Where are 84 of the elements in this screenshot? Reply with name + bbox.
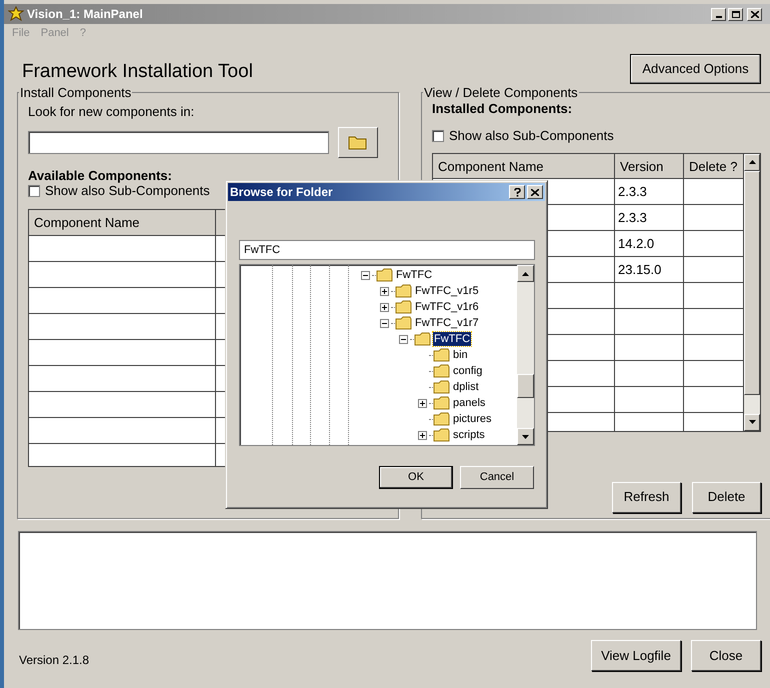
- checkbox[interactable]: [28, 185, 40, 197]
- up-arrow-icon: [522, 272, 529, 276]
- folder-path-field[interactable]: FwTFC: [239, 240, 535, 260]
- tree-item[interactable]: panels: [452, 396, 486, 410]
- expander-icon[interactable]: [380, 286, 388, 296]
- tree-item[interactable]: FwTFC_v1r7: [414, 316, 480, 330]
- scroll-thumb[interactable]: [517, 374, 534, 398]
- scroll-down-button[interactable]: [744, 414, 760, 430]
- window-title: Vision_1: MainPanel: [27, 6, 143, 23]
- refresh-button[interactable]: Refresh: [612, 482, 681, 512]
- page-heading: Framework Installation Tool: [22, 60, 253, 84]
- down-arrow-icon: [748, 420, 756, 424]
- tree-item[interactable]: dplist: [452, 380, 480, 394]
- vertical-scrollbar[interactable]: [744, 154, 760, 430]
- tree-item[interactable]: FwTFC: [433, 332, 472, 346]
- table-cell: 2.3.3: [615, 204, 684, 230]
- ok-button[interactable]: OK: [379, 466, 453, 489]
- scroll-thumb[interactable]: [744, 170, 760, 394]
- scroll-down-button[interactable]: [517, 428, 534, 445]
- table-cell: 23.15.0: [615, 256, 684, 282]
- delete-button[interactable]: Delete: [692, 482, 761, 512]
- folder-path-field[interactable]: [28, 130, 329, 154]
- column-header[interactable]: Delete ?: [684, 154, 744, 178]
- tree-item[interactable]: bin: [452, 348, 469, 362]
- folder-icon: [348, 134, 368, 150]
- folder-icon: [433, 428, 450, 442]
- table-cell: 2.3.3: [615, 178, 684, 204]
- column-header[interactable]: Component Name: [433, 154, 615, 178]
- folder-icon: [433, 380, 450, 394]
- field-label: Look for new components in:: [28, 102, 194, 120]
- expander-icon[interactable]: [398, 334, 408, 344]
- folder-icon: [414, 332, 431, 346]
- browse-folder-button[interactable]: [338, 126, 378, 158]
- scroll-up-button[interactable]: [517, 265, 534, 282]
- folder-icon: [395, 300, 412, 314]
- tree-item[interactable]: FwTFC_v1r5: [414, 284, 480, 298]
- section-label: Installed Components:: [432, 100, 572, 116]
- vertical-scrollbar[interactable]: [517, 265, 534, 445]
- column-header[interactable]: Component Name: [29, 210, 216, 234]
- expander-icon[interactable]: [418, 430, 426, 440]
- folder-icon: [376, 268, 393, 282]
- tree-item[interactable]: config: [452, 364, 484, 378]
- tree-item[interactable]: FwTFC: [395, 268, 434, 282]
- maximize-icon: [732, 10, 740, 18]
- expander-icon[interactable]: [360, 270, 370, 280]
- expander-icon[interactable]: [380, 302, 388, 312]
- checkbox-label: Show also Sub-Components: [449, 127, 614, 146]
- cancel-button[interactable]: Cancel: [460, 466, 534, 489]
- minimize-button[interactable]: [711, 8, 726, 20]
- version-label: Version 2.1.8: [19, 652, 90, 668]
- folder-icon: [433, 396, 450, 410]
- close-button[interactable]: [747, 8, 762, 20]
- expander-icon[interactable]: [380, 318, 388, 328]
- close-icon: [750, 10, 758, 18]
- tree-item[interactable]: FwTFC_v1r6: [414, 300, 480, 314]
- group-title: Install Components: [19, 84, 132, 102]
- folder-icon: [433, 364, 450, 378]
- maximize-button[interactable]: [728, 8, 743, 20]
- checkbox-label: Show also Sub-Components: [45, 183, 210, 200]
- checkbox[interactable]: [432, 130, 444, 142]
- tree-item[interactable]: pictures: [452, 412, 493, 426]
- down-arrow-icon: [522, 434, 529, 438]
- view-logfile-button[interactable]: View Logfile: [591, 640, 681, 671]
- help-button[interactable]: [509, 185, 525, 199]
- folder-icon: [395, 284, 412, 298]
- scroll-up-button[interactable]: [744, 154, 760, 170]
- section-label: Available Components:: [28, 166, 172, 182]
- group-title: View / Delete Components: [423, 84, 579, 102]
- expander-icon[interactable]: [418, 398, 426, 408]
- up-arrow-icon: [748, 160, 756, 164]
- close-button[interactable]: [527, 185, 543, 199]
- app-icon: [8, 6, 24, 22]
- help-icon: [514, 188, 520, 196]
- close-button[interactable]: Close: [691, 640, 761, 671]
- folder-icon: [395, 316, 412, 330]
- minimize-icon: [716, 16, 722, 18]
- column-header[interactable]: Version: [615, 154, 684, 178]
- dialog-title: Browse for Folder: [230, 184, 333, 201]
- close-icon: [531, 188, 539, 196]
- folder-icon: [433, 348, 450, 362]
- tree-item[interactable]: scripts: [452, 428, 486, 442]
- table-cell: 14.2.0: [615, 230, 684, 256]
- folder-icon: [433, 412, 450, 426]
- advanced-options-button[interactable]: Advanced Options: [630, 54, 761, 84]
